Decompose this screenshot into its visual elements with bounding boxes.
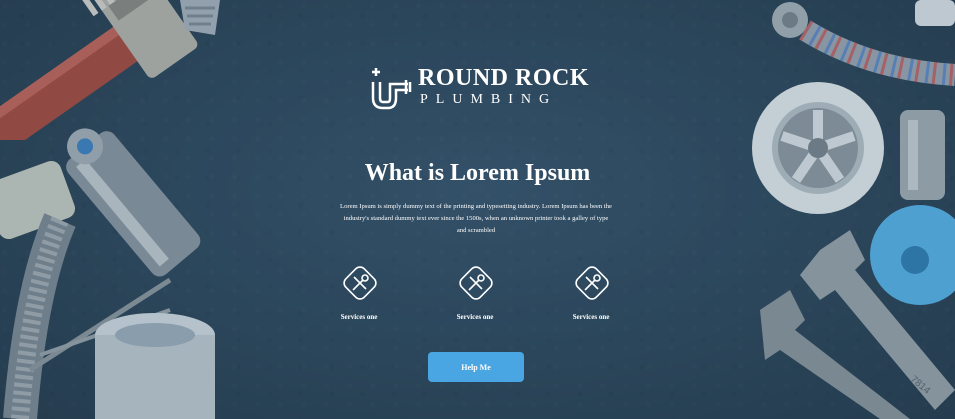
brand-logo[interactable]: ROUND ROCK PLUMBING xyxy=(366,64,589,112)
services-list: Services one Services one Services one xyxy=(0,262,955,322)
pipe-plumbing-logo-icon xyxy=(371,68,412,110)
wrench-screwdriver-icon xyxy=(343,266,377,300)
service-item[interactable]: Services one xyxy=(551,262,631,322)
brand-subtitle: PLUMBING xyxy=(420,92,558,107)
help-me-button[interactable]: Help Me xyxy=(428,352,524,382)
service-item[interactable]: Services one xyxy=(319,262,399,322)
wrench-screwdriver-icon xyxy=(459,266,493,300)
service-label: Services one xyxy=(340,313,378,321)
wrench-screwdriver-icon xyxy=(575,266,609,300)
service-label: Services one xyxy=(456,313,494,321)
service-label: Services one xyxy=(572,313,610,321)
service-item[interactable]: Services one xyxy=(435,262,515,322)
hero-description: Lorem Ipsum is simply dummy text of the … xyxy=(340,203,612,234)
hero-section: 7814 ROUND ROCK PLUMBING What is Lorem I… xyxy=(0,0,955,419)
brand-name: ROUND ROCK xyxy=(418,65,589,91)
hero-title: What is Lorem Ipsum xyxy=(364,160,591,186)
